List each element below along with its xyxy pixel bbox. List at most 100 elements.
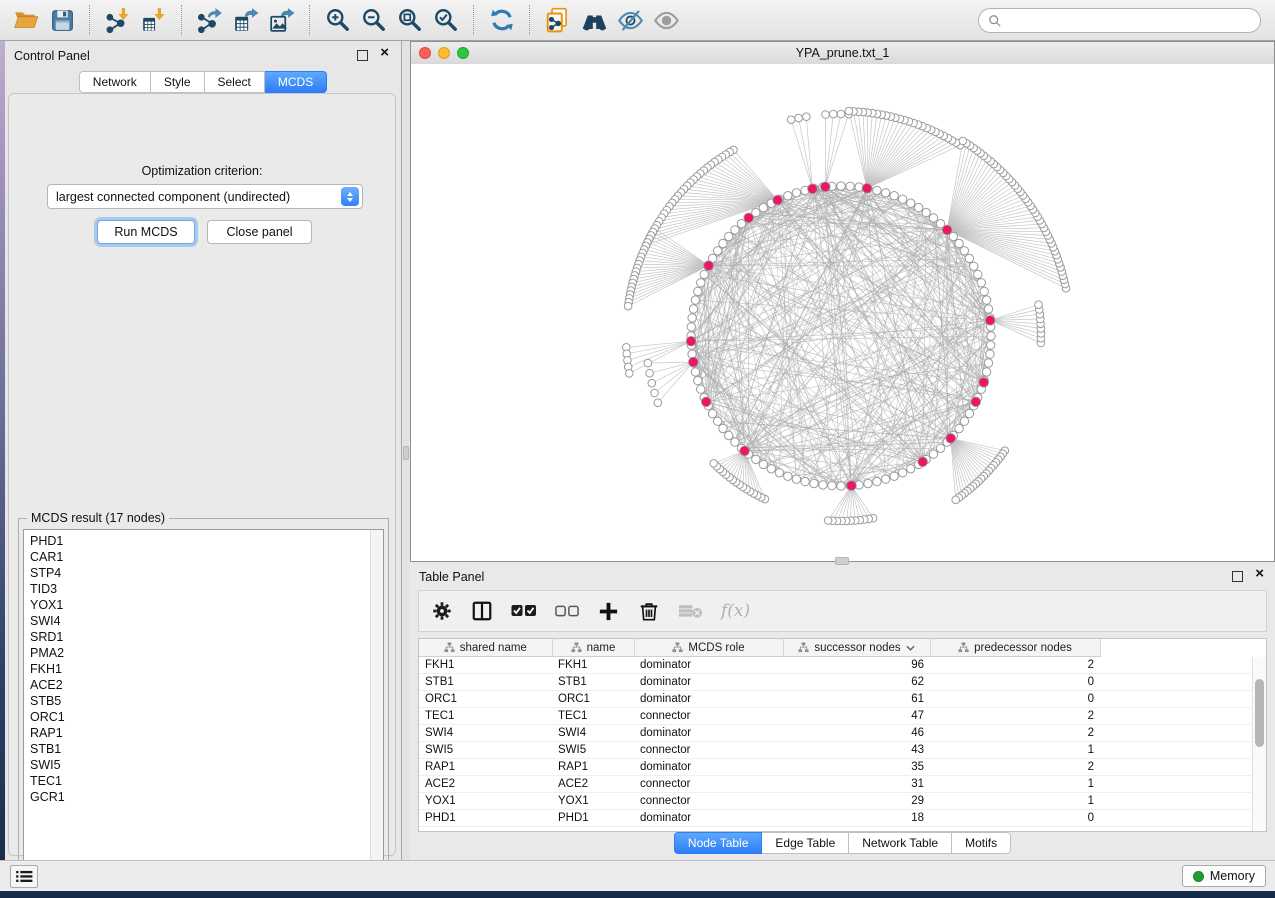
export-network-icon[interactable] [193, 3, 227, 37]
function-builder-icon[interactable]: f(x) [721, 601, 750, 621]
open-folder-icon[interactable] [9, 3, 43, 37]
column-header[interactable]: name [552, 639, 634, 657]
cell-mcds-role[interactable]: dominator [634, 810, 783, 827]
network-graph[interactable] [411, 64, 1274, 561]
show-all-icon[interactable] [649, 3, 683, 37]
mcds-result-item[interactable]: TEC1 [24, 773, 383, 789]
table-row[interactable]: SWI5 SWI5 connector 43 1 [419, 742, 1266, 759]
columns-icon[interactable] [471, 600, 493, 622]
cell-shared-name[interactable]: ACE2 [419, 776, 552, 793]
cell-mcds-role[interactable]: dominator [634, 674, 783, 691]
table-tab[interactable]: Network Table [849, 832, 952, 854]
cell-shared-name[interactable]: PHD1 [419, 810, 552, 827]
zoom-selected-icon[interactable] [429, 3, 463, 37]
export-table-icon[interactable] [229, 3, 263, 37]
cell-predecessor-nodes[interactable]: 2 [930, 759, 1100, 776]
cell-mcds-role[interactable]: connector [634, 742, 783, 759]
mcds-result-item[interactable]: SWI4 [24, 613, 383, 629]
cell-mcds-role[interactable]: connector [634, 776, 783, 793]
cell-successor-nodes[interactable]: 46 [783, 725, 930, 742]
destroy-table-icon[interactable] [678, 603, 703, 619]
close-panel-icon[interactable]: × [380, 45, 389, 61]
cell-mcds-role[interactable]: connector [634, 793, 783, 810]
table-tab[interactable]: Edge Table [762, 832, 849, 854]
splitter-grip[interactable] [403, 446, 409, 460]
cell-mcds-role[interactable]: dominator [634, 725, 783, 742]
table-row[interactable]: ACE2 ACE2 connector 31 1 [419, 776, 1266, 793]
cell-successor-nodes[interactable]: 18 [783, 810, 930, 827]
search-input[interactable] [1002, 13, 1251, 29]
control-panel-tab[interactable]: Network [79, 71, 151, 93]
mcds-result-item[interactable]: FKH1 [24, 661, 383, 677]
mcds-result-item[interactable]: ACE2 [24, 677, 383, 693]
mcds-result-item[interactable]: TID3 [24, 581, 383, 597]
cell-successor-nodes[interactable]: 43 [783, 742, 930, 759]
import-network-icon[interactable] [101, 3, 135, 37]
control-panel-tab[interactable]: MCDS [265, 71, 327, 93]
cell-shared-name[interactable]: FKH1 [419, 657, 552, 674]
table-tab[interactable]: Node Table [674, 832, 763, 854]
mcds-result-item[interactable]: PHD1 [24, 533, 383, 549]
close-panel-button[interactable]: Close panel [207, 220, 312, 244]
cell-predecessor-nodes[interactable]: 0 [930, 810, 1100, 827]
cell-predecessor-nodes[interactable]: 1 [930, 742, 1100, 759]
float-panel-icon[interactable] [357, 50, 368, 61]
horizontal-splitter-grip[interactable] [835, 557, 849, 565]
mcds-result-item[interactable]: CAR1 [24, 549, 383, 565]
cell-name[interactable]: PHD1 [552, 810, 634, 827]
cell-successor-nodes[interactable]: 61 [783, 691, 930, 708]
cell-name[interactable]: ORC1 [552, 691, 634, 708]
mcds-result-item[interactable]: SWI5 [24, 757, 383, 773]
mcds-result-item[interactable]: RAP1 [24, 725, 383, 741]
table-row[interactable]: STB1 STB1 dominator 62 0 [419, 674, 1266, 691]
cell-name[interactable]: ACE2 [552, 776, 634, 793]
memory-button[interactable]: Memory [1182, 865, 1266, 887]
cell-successor-nodes[interactable]: 47 [783, 708, 930, 725]
import-table-icon[interactable] [137, 3, 171, 37]
refresh-layout-icon[interactable] [485, 3, 519, 37]
cell-successor-nodes[interactable]: 35 [783, 759, 930, 776]
cell-predecessor-nodes[interactable]: 0 [930, 691, 1100, 708]
table-row[interactable]: TEC1 TEC1 connector 47 2 [419, 708, 1266, 725]
column-header[interactable]: MCDS role [634, 639, 783, 657]
cell-predecessor-nodes[interactable]: 2 [930, 657, 1100, 674]
mcds-result-item[interactable]: ORC1 [24, 709, 383, 725]
control-panel-tab[interactable]: Style [151, 71, 205, 93]
vertical-splitter[interactable] [402, 41, 410, 860]
cell-mcds-role[interactable]: connector [634, 708, 783, 725]
gear-icon[interactable] [431, 600, 453, 622]
cell-mcds-role[interactable]: dominator [634, 759, 783, 776]
mcds-result-list[interactable]: PHD1CAR1STP4TID3YOX1SWI4SRD1PMA2FKH1ACE2… [23, 529, 384, 886]
table-scrollbar-thumb[interactable] [1255, 679, 1264, 747]
cell-name[interactable]: SWI5 [552, 742, 634, 759]
delete-icon[interactable] [638, 600, 660, 622]
cell-predecessor-nodes[interactable]: 2 [930, 708, 1100, 725]
cell-successor-nodes[interactable]: 62 [783, 674, 930, 691]
hide-selected-icon[interactable] [613, 3, 647, 37]
table-row[interactable]: SWI4 SWI4 dominator 46 2 [419, 725, 1266, 742]
network-titlebar[interactable]: YPA_prune.txt_1 [411, 42, 1274, 65]
cell-successor-nodes[interactable]: 29 [783, 793, 930, 810]
mcds-result-item[interactable]: YOX1 [24, 597, 383, 613]
add-icon[interactable] [597, 600, 620, 623]
control-panel-tab[interactable]: Select [205, 71, 265, 93]
zoom-in-icon[interactable] [321, 3, 355, 37]
cell-shared-name[interactable]: SWI4 [419, 725, 552, 742]
select-all-icon[interactable] [511, 604, 537, 618]
cell-shared-name[interactable]: TEC1 [419, 708, 552, 725]
cell-name[interactable]: FKH1 [552, 657, 634, 674]
cell-name[interactable]: STB1 [552, 674, 634, 691]
table-row[interactable]: YOX1 YOX1 connector 29 1 [419, 793, 1266, 810]
cell-mcds-role[interactable]: dominator [634, 657, 783, 674]
mcds-result-item[interactable]: STP4 [24, 565, 383, 581]
close-table-panel-icon[interactable]: × [1255, 566, 1264, 582]
cell-name[interactable]: YOX1 [552, 793, 634, 810]
column-header[interactable]: predecessor nodes [930, 639, 1100, 657]
cell-shared-name[interactable]: STB1 [419, 674, 552, 691]
cell-shared-name[interactable]: YOX1 [419, 793, 552, 810]
table-row[interactable]: PHD1 PHD1 dominator 18 0 [419, 810, 1266, 827]
cell-name[interactable]: SWI4 [552, 725, 634, 742]
zoom-fit-icon[interactable] [393, 3, 427, 37]
cell-successor-nodes[interactable]: 96 [783, 657, 930, 674]
table-row[interactable]: RAP1 RAP1 dominator 35 2 [419, 759, 1266, 776]
